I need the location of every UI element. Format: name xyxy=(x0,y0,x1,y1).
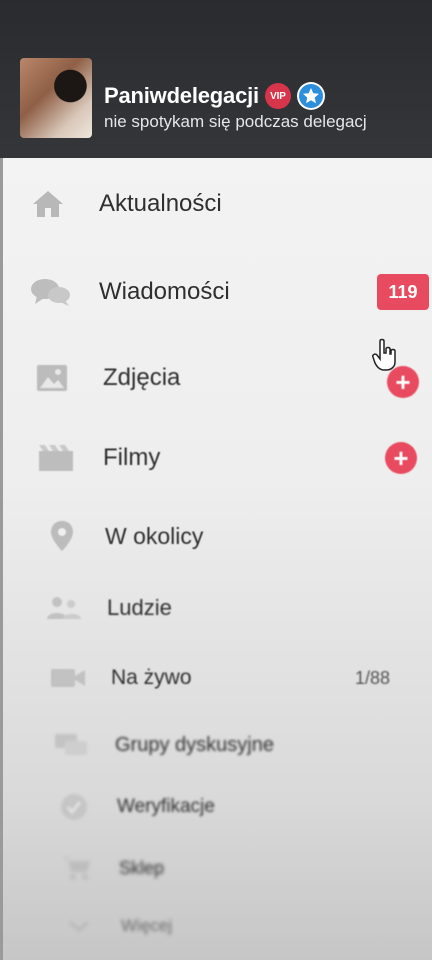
menu-item-na-zywo[interactable]: Na żywo 1/88 xyxy=(3,660,432,696)
menu-item-wiadomosci[interactable]: Wiadomości 119 xyxy=(3,272,432,312)
menu-item-label: W okolicy xyxy=(105,522,204,549)
menu-item-aktualnosci[interactable]: Aktualności xyxy=(3,184,432,224)
menu-item-label: Weryfikacje xyxy=(117,796,215,817)
menu-item-w-okolicy[interactable]: W okolicy xyxy=(3,516,432,556)
menu-item-grupy-dyskusyjne[interactable]: Grupy dyskusyjne xyxy=(3,728,432,762)
menu-item-label: Grupy dyskusyjne xyxy=(115,733,274,756)
video-camera-icon xyxy=(49,661,87,695)
menu-item-label: Ludzie xyxy=(107,595,172,620)
menu-item-wiecej[interactable]: Więcej xyxy=(3,910,432,942)
menu-item-label: Na żywo xyxy=(111,666,192,689)
image-icon xyxy=(35,361,69,395)
unread-count-badge: 119 xyxy=(377,274,429,310)
menu-item-label: Zdjęcia xyxy=(103,364,181,391)
menu-item-label: Sklep xyxy=(119,857,165,878)
menu-item-label: Aktualności xyxy=(99,190,222,217)
film-icon xyxy=(37,441,77,475)
vip-badge-icon: VIP xyxy=(264,83,291,109)
chat-bubbles-icon xyxy=(29,275,73,309)
add-video-button[interactable]: + xyxy=(385,442,417,474)
profile-header[interactable]: Paniwdelegacji VIP nie spotykam się podc… xyxy=(0,0,432,158)
username: Paniwdelegacji xyxy=(104,83,259,108)
menu-item-label: Więcej xyxy=(121,916,173,935)
chevron-down-icon xyxy=(65,909,93,943)
check-circle-icon xyxy=(59,790,89,824)
menu-item-label: Wiadomości xyxy=(99,278,230,305)
menu-item-weryfikacje[interactable]: Weryfikacje xyxy=(3,790,432,824)
side-menu: Aktualności Wiadomości 119 Zdjęcia + Fil… xyxy=(0,158,432,960)
discussion-icon xyxy=(53,728,91,762)
menu-item-filmy[interactable]: Filmy + xyxy=(3,438,432,478)
username-row: Paniwdelegacji VIP xyxy=(104,82,325,110)
live-count: 1/88 xyxy=(355,667,391,688)
app-screen: Paniwdelegacji VIP nie spotykam się podc… xyxy=(0,0,432,960)
status-text: nie spotykam się podczas delegacj xyxy=(104,112,367,131)
people-icon xyxy=(45,591,83,625)
menu-item-label: Filmy xyxy=(103,444,161,471)
menu-item-ludzie[interactable]: Ludzie xyxy=(3,590,432,626)
star-badge-icon xyxy=(296,82,325,110)
location-pin-icon xyxy=(45,519,79,553)
menu-item-sklep[interactable]: Sklep xyxy=(3,852,432,884)
cart-icon xyxy=(61,851,93,885)
home-icon xyxy=(31,187,65,221)
hand-pointer-cursor-icon xyxy=(372,338,398,377)
menu-item-zdjecia[interactable]: Zdjęcia + xyxy=(3,358,432,398)
avatar[interactable] xyxy=(20,58,92,138)
